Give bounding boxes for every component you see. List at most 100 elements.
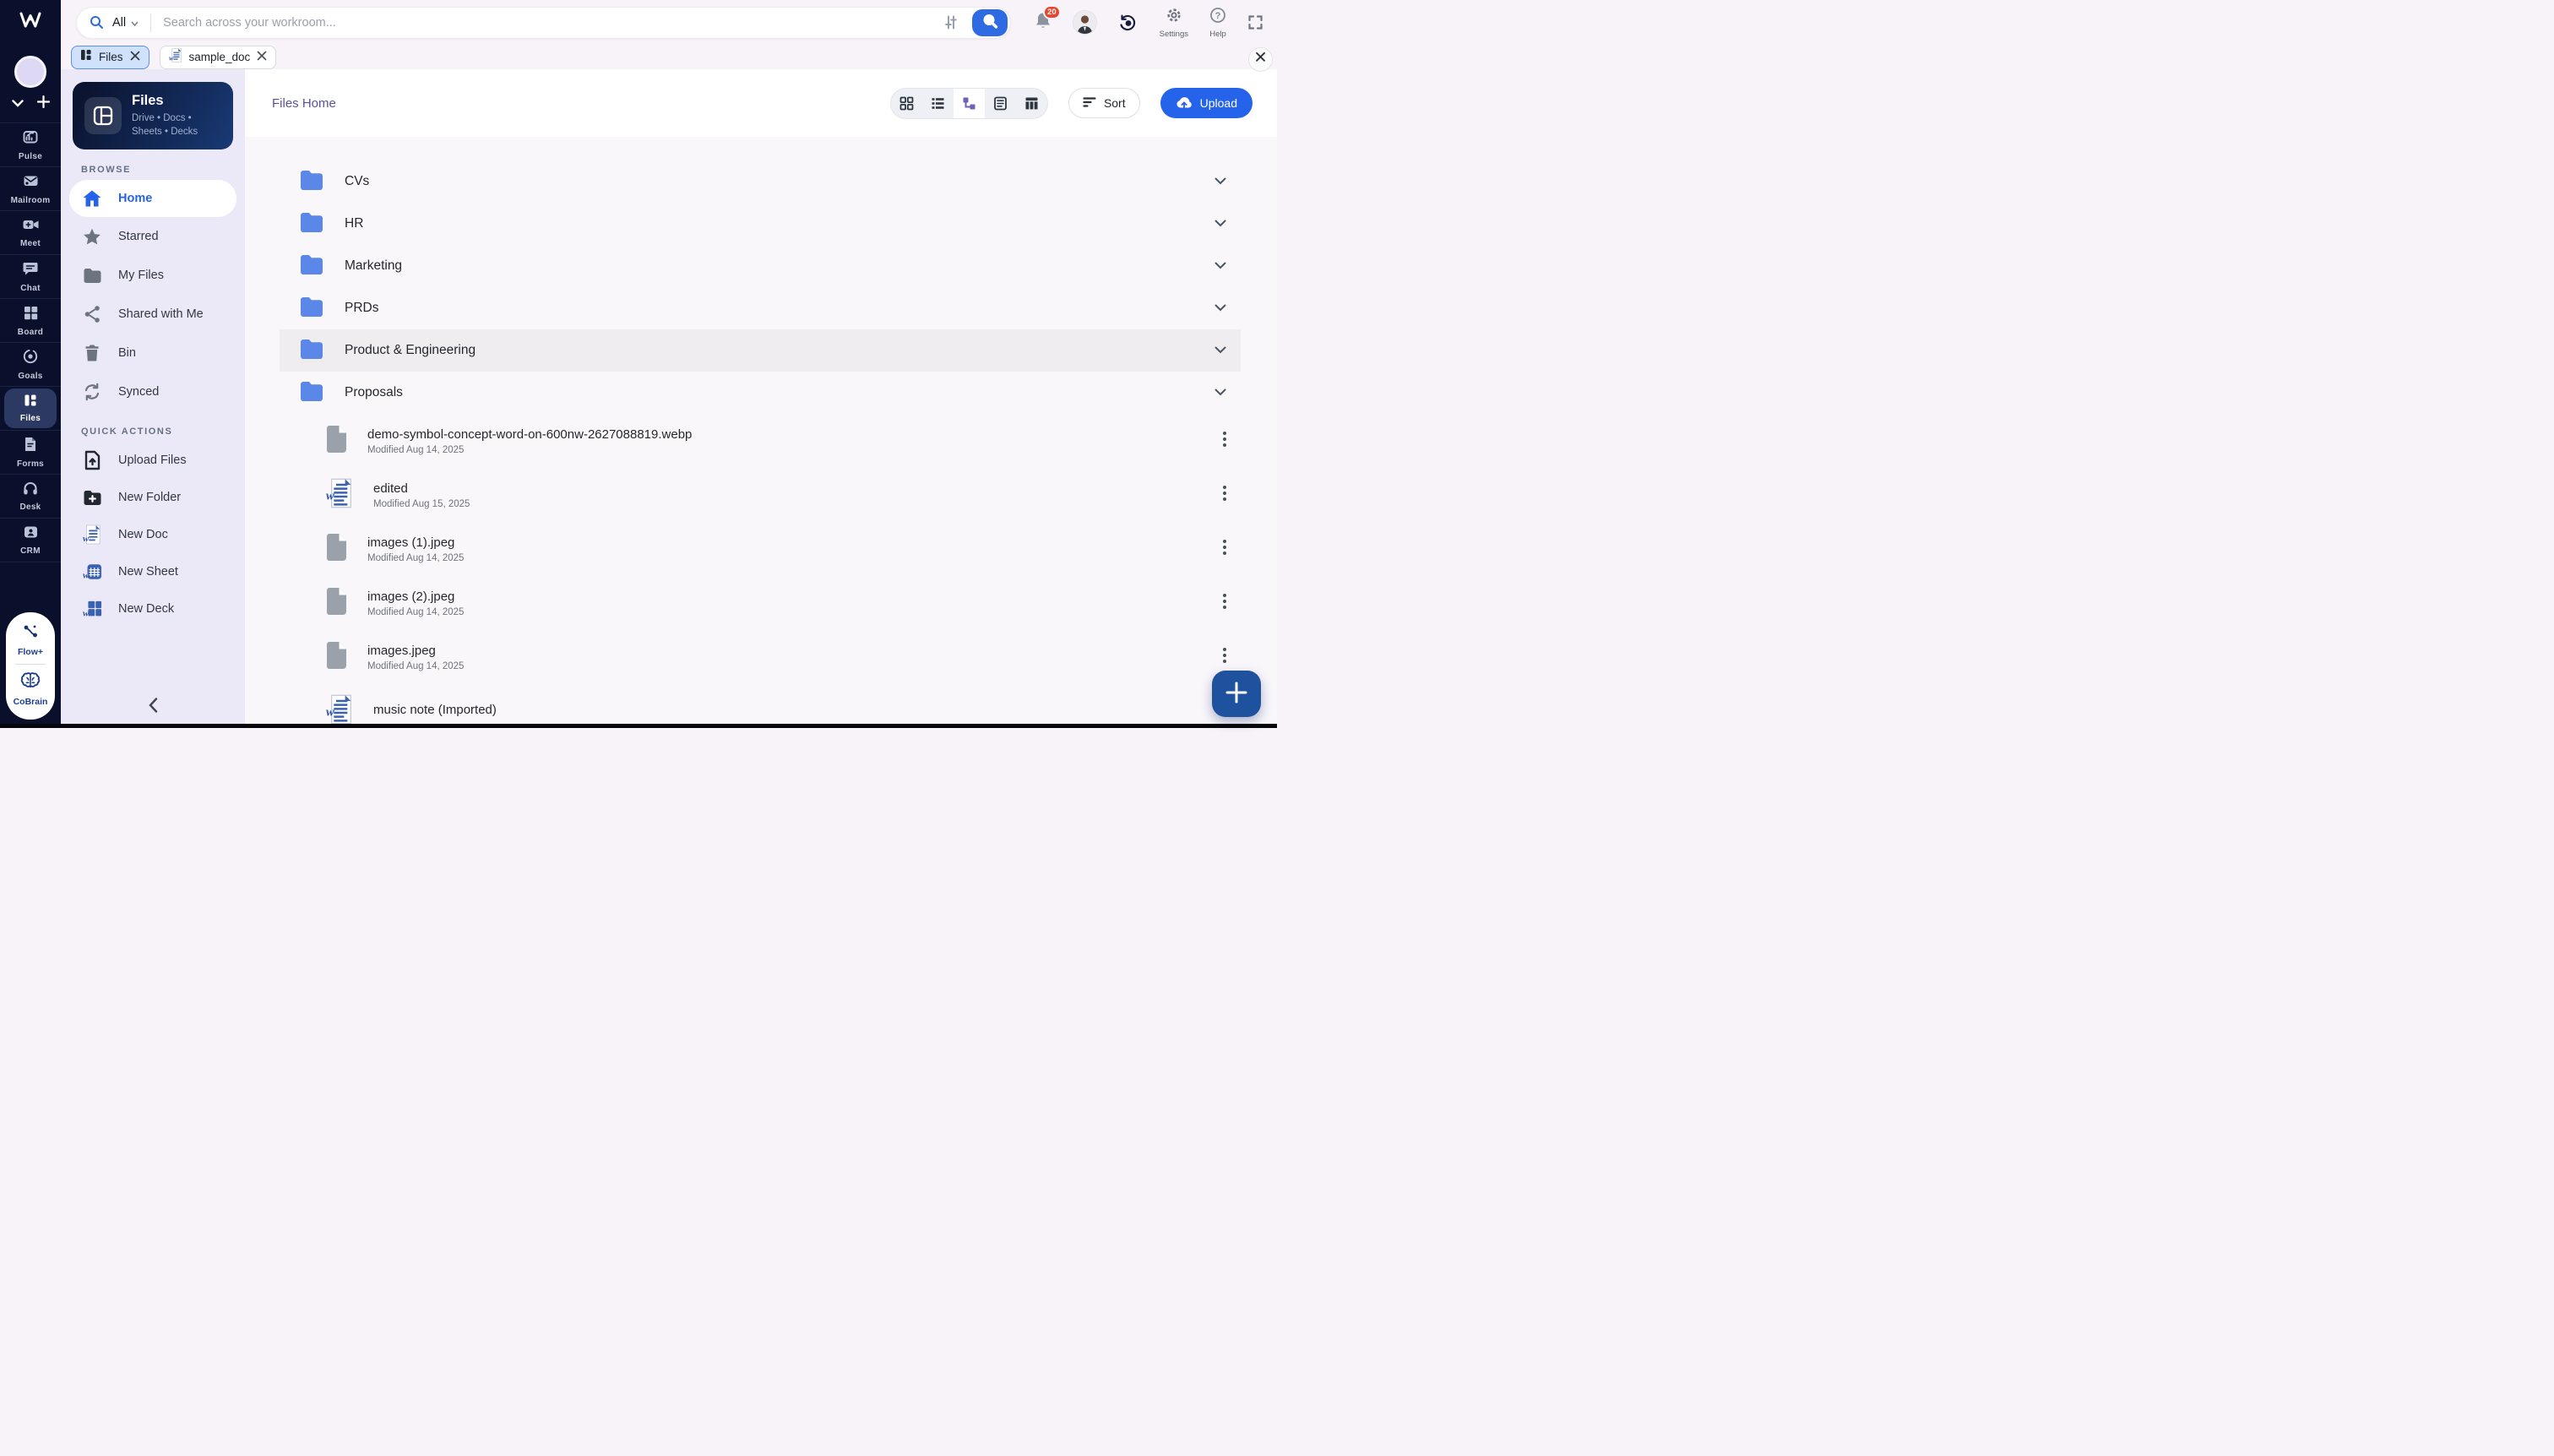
doc-file-icon: w [81, 524, 103, 545]
kebab-menu-icon[interactable] [1223, 539, 1226, 559]
chevron-down-icon[interactable] [1215, 216, 1226, 231]
search-input[interactable]: Search across your workroom... [163, 16, 943, 30]
view-tree-button[interactable] [953, 88, 985, 118]
rail-item-desk[interactable]: Desk [0, 475, 61, 519]
pill-divider [15, 664, 46, 665]
kebab-menu-icon[interactable] [1223, 485, 1226, 505]
file-tree-list: CVs HR Marketing PRDs Product & Engineer… [245, 137, 1277, 728]
kebab-menu-icon[interactable] [1223, 431, 1226, 451]
files-card-subtitle: Drive • Docs • Sheets • Decks [132, 113, 198, 138]
tab-sample-doc[interactable]: w sample_doc [159, 45, 277, 69]
chat-bubble-icon [22, 260, 39, 281]
main-column: All Search across your workroom... 20 Se… [61, 0, 1277, 728]
page-title: Files Home [272, 95, 336, 111]
sidebar-item-bin[interactable]: Bin [61, 334, 245, 372]
file-name: images (1).jpeg [367, 535, 455, 550]
rail-item-goals[interactable]: Goals [0, 343, 61, 387]
sidebar-item-synced[interactable]: Synced [61, 372, 245, 411]
bell-icon [1034, 13, 1052, 34]
rail-item-crm[interactable]: CRM [0, 519, 61, 562]
help-button[interactable]: ? Help [1209, 7, 1226, 39]
svg-text:w: w [169, 54, 174, 62]
rail-item-board[interactable]: Board [0, 299, 61, 343]
chevron-down-icon[interactable] [1215, 385, 1226, 400]
file-row[interactable]: images.jpeg Modified Aug 14, 2025 [280, 630, 1241, 684]
sidebar-collapse-button[interactable] [139, 694, 167, 720]
rail-item-flow[interactable]: Flow+ [18, 623, 43, 657]
history-reset-icon[interactable] [1117, 12, 1138, 33]
workroom-logo[interactable] [0, 0, 61, 45]
mailroom-icon [22, 172, 40, 193]
view-columns-button[interactable] [1016, 89, 1047, 118]
notifications-button[interactable]: 20 [1034, 4, 1061, 35]
chevron-down-icon[interactable] [1215, 174, 1226, 189]
sidebar-item-my-files[interactable]: My Files [61, 256, 245, 295]
folder-row-proposals[interactable]: Proposals [280, 372, 1241, 414]
rail-item-cobrain[interactable]: CoBrain [14, 671, 47, 707]
sort-button[interactable]: Sort [1068, 88, 1140, 118]
filter-sliders-icon[interactable] [943, 14, 959, 30]
file-row[interactable]: images (2).jpeg Modified Aug 14, 2025 [280, 576, 1241, 630]
file-name: edited [373, 481, 408, 496]
kebab-menu-icon[interactable] [1223, 647, 1226, 667]
chevron-down-icon[interactable] [1215, 301, 1226, 316]
sidebar-item-starred[interactable]: Starred [61, 217, 245, 256]
close-tab-icon[interactable] [257, 50, 267, 65]
quick-action-new-deck[interactable]: w New Deck [61, 590, 245, 627]
file-row[interactable]: images (1).jpeg Modified Aug 14, 2025 [280, 522, 1241, 576]
search-scope-dropdown[interactable]: All [112, 15, 139, 30]
svg-text:w: w [83, 571, 90, 581]
tab-files[interactable]: Files [71, 45, 149, 69]
file-row[interactable]: w music note (Imported) [280, 684, 1241, 728]
file-row[interactable]: w edited Modified Aug 15, 2025 [280, 468, 1241, 522]
sidebar-item-shared[interactable]: Shared with Me [61, 295, 245, 334]
chevron-down-icon[interactable] [1215, 258, 1226, 274]
sidebar-item-home[interactable]: Home [69, 180, 236, 218]
view-details-button[interactable] [985, 89, 1016, 118]
workspace-controls [11, 95, 50, 112]
user-avatar[interactable] [1073, 11, 1096, 34]
rail-item-pulse[interactable]: Pulse [0, 123, 61, 167]
quick-action-upload-files[interactable]: Upload Files [61, 442, 245, 479]
file-name: demo-symbol-concept-word-on-600nw-262708… [367, 426, 693, 442]
folder-row-hr[interactable]: HR [280, 203, 1241, 245]
close-tab-icon[interactable] [130, 50, 140, 65]
folder-row-product-engineering[interactable]: Product & Engineering [280, 329, 1241, 372]
global-search-bar[interactable]: All Search across your workroom... [76, 6, 1011, 39]
view-grid-button[interactable] [891, 89, 922, 118]
sync-icon [81, 383, 103, 401]
rail-item-forms[interactable]: Forms [0, 431, 61, 475]
upload-button[interactable]: Upload [1160, 88, 1253, 118]
chevron-down-icon[interactable] [1215, 343, 1226, 358]
browse-section-label: BROWSE [81, 165, 132, 176]
folder-row-prds[interactable]: PRDs [280, 287, 1241, 329]
quick-action-new-sheet[interactable]: w New Sheet [61, 553, 245, 590]
add-workspace-icon[interactable] [36, 95, 50, 112]
folder-row-cvs[interactable]: CVs [280, 160, 1241, 203]
topbar-actions: 20 Settings ? Help [1034, 4, 1263, 39]
create-new-fab[interactable] [1212, 671, 1261, 717]
star-icon [81, 228, 103, 246]
svg-text:w: w [326, 705, 334, 719]
close-panel-button[interactable] [1248, 46, 1273, 72]
fullscreen-icon[interactable] [1247, 14, 1263, 30]
rail-item-mailroom[interactable]: Mailroom [0, 167, 61, 211]
folder-icon [299, 380, 324, 406]
quick-action-new-folder[interactable]: New Folder [61, 479, 245, 516]
kebab-menu-icon[interactable] [1223, 593, 1226, 613]
rail-item-chat[interactable]: Chat [0, 255, 61, 299]
settings-button[interactable]: Settings [1160, 7, 1188, 39]
search-submit-button[interactable] [971, 8, 1008, 36]
folder-icon [299, 211, 324, 237]
files-app-card[interactable]: Files Drive • Docs • Sheets • Decks [73, 82, 233, 150]
rail-item-files[interactable]: Files [0, 387, 61, 431]
workspace-avatar[interactable] [14, 56, 46, 88]
folder-row-marketing[interactable]: Marketing [280, 245, 1241, 287]
quick-action-new-doc[interactable]: w New Doc [61, 516, 245, 553]
chevron-down-icon[interactable] [11, 96, 24, 111]
files-panels-icon [84, 97, 122, 135]
file-row[interactable]: demo-symbol-concept-word-on-600nw-262708… [280, 414, 1241, 468]
rail-item-meet[interactable]: Meet [0, 211, 61, 255]
view-list-button[interactable] [922, 89, 954, 118]
goals-target-icon [22, 348, 39, 369]
